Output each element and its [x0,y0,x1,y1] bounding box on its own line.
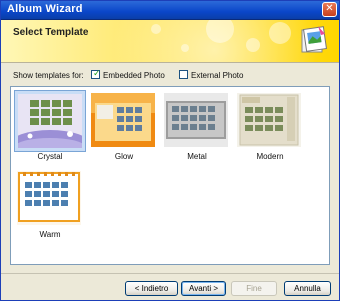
template-list[interactable]: Crystal Glow Metal Modern Warm [10,86,330,265]
next-button[interactable]: Avanti > [181,281,226,296]
metal-thumbnail [164,93,228,147]
template-tile-modern[interactable] [234,90,306,152]
close-button[interactable]: ✕ [322,2,337,17]
album-photo-icon [301,26,327,53]
template-tile-metal[interactable] [161,90,233,152]
template-name-warm[interactable]: Warm [14,230,86,239]
external-photo-label[interactable]: External Photo [191,71,243,80]
back-button[interactable]: < Indietro [125,281,178,296]
template-tile-glow[interactable] [88,90,160,152]
template-tile-warm[interactable] [14,168,86,230]
embedded-photo-label[interactable]: Embedded Photo [103,71,165,80]
template-tile-crystal[interactable] [14,90,86,152]
external-photo-checkbox[interactable] [179,70,188,79]
finish-button[interactable]: Fine [231,281,277,296]
template-name-glow[interactable]: Glow [88,152,160,161]
page-title: Select Template [13,27,89,38]
template-name-metal[interactable]: Metal [161,152,233,161]
wizard-footer: < Indietro Avanti > Fine Annulla [1,273,339,301]
wizard-banner: Select Template [1,20,339,63]
title-bar[interactable]: Album Wizard ✕ [1,1,339,20]
warm-thumbnail [17,171,81,225]
window-title: Album Wizard [7,3,83,15]
template-name-crystal[interactable]: Crystal [14,152,86,161]
crystal-thumbnail [18,94,82,148]
album-wizard-window: Album Wizard ✕ Select Template Show temp… [0,0,340,301]
filter-label: Show templates for: [13,71,84,80]
template-name-modern[interactable]: Modern [234,152,306,161]
embedded-photo-checkbox[interactable]: ✓ [91,69,101,79]
glow-thumbnail [91,93,155,147]
cancel-button[interactable]: Annulla [284,281,331,296]
modern-thumbnail [237,93,301,147]
